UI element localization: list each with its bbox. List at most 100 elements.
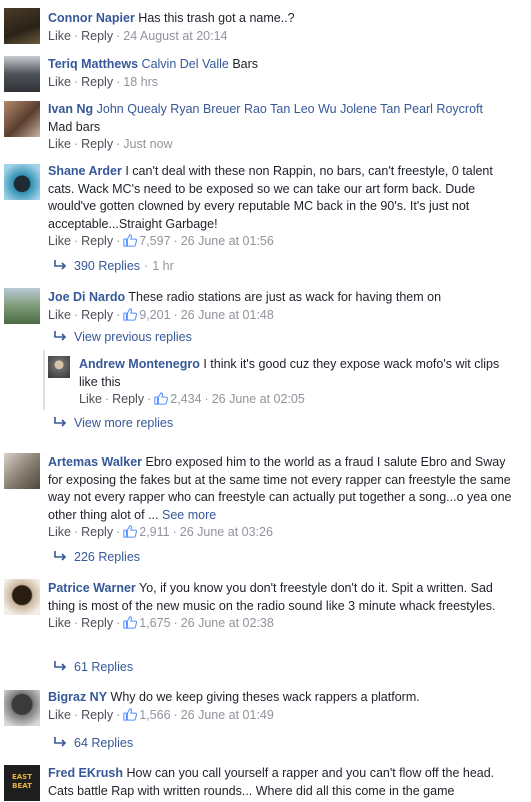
comment-actions: Like · Reply · 24 August at 20:14 [48,28,228,43]
comment-text: Has this trash got a name..? [138,11,295,25]
comment: EAST BEAT Fred EKrush How can you call y… [0,762,531,802]
timestamp[interactable]: 18 hrs [123,75,158,89]
like-count[interactable]: 9,201 [123,307,171,322]
replies-link-row[interactable]: 61 Replies [54,659,133,676]
like-count[interactable]: 2,434 [154,392,202,406]
comment-text: These radio stations are just as wack fo… [128,290,442,304]
comment: Bigraz NY Why do we keep giving theses w… [0,686,531,758]
timestamp[interactable]: 26 June at 03:26 [180,525,273,539]
replies-count[interactable]: 64 Replies [74,736,133,750]
view-previous-replies[interactable]: View previous replies [54,329,192,346]
reply-link[interactable]: Reply [81,308,113,322]
commenter-name[interactable]: Bigraz NY [48,690,107,704]
like-link[interactable]: Like [48,308,71,322]
thumbs-up-icon [154,392,169,405]
avatar[interactable] [4,101,40,137]
reply-arrow-icon [54,737,67,747]
like-count[interactable]: 1,566 [123,708,171,722]
reply-link[interactable]: Reply [81,29,113,43]
timestamp[interactable]: Just now [123,137,172,151]
replies-time: 1 hr [152,259,174,273]
comment: Teriq Matthews Calvin Del Valle Bars Lik… [0,50,531,98]
thumbs-up-icon [123,616,138,629]
replies-link-row[interactable]: 226 Replies [54,549,140,566]
commenter-name[interactable]: Ivan Ng [48,102,93,116]
timestamp[interactable]: 26 June at 01:49 [181,708,274,722]
commenter-name[interactable]: Connor Napier [48,11,135,25]
reply-arrow-icon [54,417,67,427]
replies-link-row[interactable]: 64 Replies [54,735,133,752]
thumbs-up-icon [123,307,138,321]
comment: Patrice Warner Yo, if you know you don't… [0,576,531,682]
replies-count[interactable]: 226 Replies [74,550,140,564]
thumbs-up-icon [123,234,138,247]
reply-arrow-icon [54,661,67,671]
comment: Shane Arder I can't deal with these non … [0,160,531,278]
comment-actions: Like · Reply · 7,597 · 26 June at 01:56 [48,234,274,248]
reply-link[interactable]: Reply [81,525,113,539]
like-link[interactable]: Like [48,137,71,151]
replies-link-row[interactable]: 390 Replies · 1 hr [54,258,174,275]
nested-reply: Andrew Montenegro I think it's good cuz … [0,354,531,410]
like-count[interactable]: 1,675 [123,616,171,630]
tagged-user[interactable]: Calvin Del Valle [142,57,229,71]
comment-actions: Like · Reply · 9,201 · 26 June at 01:48 [48,307,274,322]
reply-link[interactable]: Reply [81,234,113,248]
comment: Artemas Walker Ebro exposed him to the w… [0,448,531,572]
timestamp[interactable]: 24 August at 20:14 [123,29,227,43]
replies-count[interactable]: 390 Replies [74,259,140,273]
commenter-name[interactable]: Teriq Matthews [48,57,138,71]
like-count[interactable]: 2,911 [123,525,170,539]
avatar[interactable] [4,453,40,489]
reply-arrow-icon [54,331,67,341]
reply-link[interactable]: Reply [81,616,113,630]
timestamp[interactable]: 26 June at 01:56 [181,234,274,248]
replies-count[interactable]: 61 Replies [74,660,133,674]
avatar[interactable]: EAST BEAT [4,765,40,801]
commenter-name[interactable]: Joe Di Nardo [48,290,125,304]
timestamp[interactable]: 26 June at 02:38 [181,616,274,630]
comment-actions: Like · Reply · 2,434 · 26 June at 02:05 [79,392,305,406]
comment-actions: Like · Reply · 2,911 · 26 June at 03:26 [48,525,273,539]
reply-link[interactable]: Reply [81,75,113,89]
see-more-link[interactable]: See more [162,508,216,522]
reply-arrow-icon [54,260,67,270]
like-count[interactable]: 7,597 [123,234,171,248]
like-link[interactable]: Like [48,616,71,630]
comment-actions: Like · Reply · Just now [48,137,173,151]
avatar[interactable] [4,579,40,615]
reply-arrow-icon [54,551,67,561]
comment: Ivan Ng John Quealy Ryan Breuer Rao Tan … [0,98,531,158]
avatar[interactable] [4,56,40,92]
timestamp[interactable]: 26 June at 02:05 [212,392,305,406]
avatar[interactable] [48,356,70,378]
avatar[interactable] [4,690,40,726]
reply-link[interactable]: Reply [81,708,113,722]
avatar[interactable] [4,164,40,200]
like-link[interactable]: Like [48,29,71,43]
avatar[interactable] [4,8,40,44]
like-link[interactable]: Like [79,392,102,406]
timestamp[interactable]: 26 June at 01:48 [181,308,274,322]
comment: Connor Napier Has this trash got a name.… [0,0,531,50]
view-more-replies[interactable]: View more replies [54,415,173,432]
commenter-name[interactable]: Fred EKrush [48,766,123,780]
avatar[interactable] [4,288,40,324]
like-link[interactable]: Like [48,75,71,89]
commenter-name[interactable]: Andrew Montenegro [79,357,200,371]
comment-actions: Like · Reply · 1,566 · 26 June at 01:49 [48,707,274,722]
like-link[interactable]: Like [48,234,71,248]
commenter-name[interactable]: Artemas Walker [48,455,142,469]
comment-actions: Like · Reply · 1,675 · 26 June at 02:38 [48,616,274,630]
like-link[interactable]: Like [48,525,71,539]
commenter-name[interactable]: Shane Arder [48,164,122,178]
comment-text: Bars [232,57,259,71]
commenter-name[interactable]: Patrice Warner [48,581,136,595]
reply-link[interactable]: Reply [81,137,113,151]
comment: Joe Di Nardo These radio stations are ju… [0,284,531,439]
like-link[interactable]: Like [48,708,71,722]
comment-actions: Like · Reply · 18 hrs [48,74,158,89]
reply-link[interactable]: Reply [112,392,144,406]
tagged-users[interactable]: John Quealy Ryan Breuer Rao Tan Leo Wu J… [97,102,483,116]
avatar-logo-text: EAST BEAT [11,773,32,790]
